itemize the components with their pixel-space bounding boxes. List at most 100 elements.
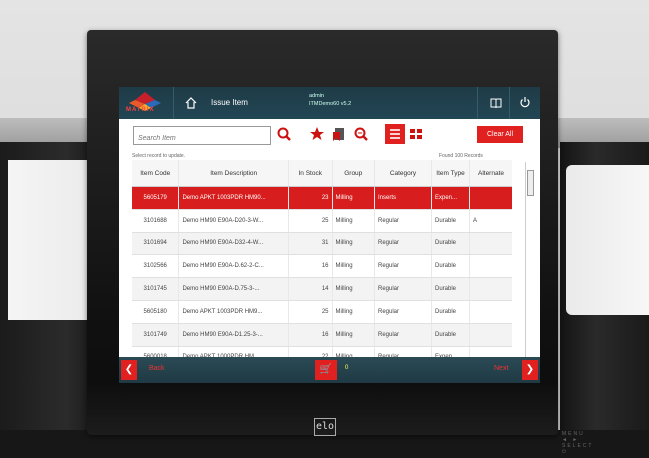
item-type-cell: Expen...: [431, 186, 470, 210]
drawer-right: [566, 165, 649, 315]
group-cell: Milling: [331, 186, 375, 210]
alternate-cell: [469, 277, 512, 301]
scrollbar[interactable]: [525, 162, 534, 382]
table-row[interactable]: 3101745 Demo HM90 E90A-D.75-3-... 14 Millin…: [132, 277, 512, 301]
alternate-cell: [469, 300, 512, 324]
grid-view-icon[interactable]: [406, 124, 426, 144]
cart-icon[interactable]: 🛒: [315, 360, 337, 380]
table-row[interactable]: 5605179 Demo APKT 1003PDR HM90... 23 Millin…: [132, 186, 512, 210]
status-message: Select record to update.: [132, 153, 186, 159]
category-cell: Inserts: [374, 186, 432, 210]
group-cell: Milling: [331, 277, 375, 301]
in-stock-cell: 23: [287, 186, 333, 210]
category-cell: Regular: [374, 323, 432, 347]
alternate-cell: [469, 186, 512, 210]
item-code-cell: 3101749: [132, 323, 179, 347]
category-cell: Regular: [374, 209, 432, 233]
in-stock-cell: 25: [287, 209, 333, 233]
header-divider: [477, 87, 478, 119]
alternate-cell: [469, 254, 512, 279]
home-icon[interactable]: [184, 96, 198, 110]
column-header[interactable]: Category: [374, 160, 432, 187]
user-name: admin: [309, 93, 324, 99]
search-input[interactable]: [134, 131, 270, 146]
next-button[interactable]: Next: [494, 365, 508, 372]
touchscreen: MATRIX Issue Item admin ITMDemo60 v5.2 S…: [119, 87, 540, 383]
next-arrow-icon[interactable]: ❯: [522, 360, 538, 380]
favorite-star-icon[interactable]: [307, 124, 327, 144]
item-description-cell: Demo APKT 1003PDR HM9...: [178, 300, 289, 324]
item-code-cell: 5605179: [132, 186, 179, 210]
search-icon[interactable]: [274, 124, 294, 144]
page-title: Issue Item: [211, 98, 248, 107]
table-header: Item Code Item Description In Stock Grou…: [132, 160, 512, 187]
monitor-controls[interactable]: MENU ◄ ► SELECT ⏻: [562, 431, 593, 455]
category-cell: Regular: [374, 300, 432, 324]
table-row[interactable]: 3102566 Demo HM90 E90A-D.62-2-C... 16 Milli…: [132, 254, 512, 279]
category-cell: Regular: [374, 277, 432, 301]
app-header: MATRIX Issue Item admin ITMDemo60 v5.2: [119, 87, 540, 119]
list-view-icon[interactable]: [385, 124, 405, 144]
back-button[interactable]: Back: [149, 365, 165, 372]
column-header[interactable]: Item Type: [431, 160, 470, 187]
in-stock-cell: 14: [287, 277, 333, 301]
cart-count: 0: [345, 365, 349, 371]
main-panel: Clear All Select record to update. Found…: [119, 119, 540, 383]
table-row[interactable]: 5605180 Demo APKT 1003PDR HM9... 25 Milling…: [132, 300, 512, 324]
in-stock-cell: 16: [287, 323, 333, 347]
item-type-cell: Durable: [431, 209, 470, 233]
column-header[interactable]: Item Code: [132, 160, 179, 187]
category-cell: Regular: [374, 254, 432, 279]
logo-text: MATRIX: [126, 107, 155, 113]
item-type-cell: Durable: [431, 323, 470, 347]
item-description-cell: Demo HM90 E90A-D.62-2-C...: [178, 254, 289, 279]
in-stock-cell: 16: [287, 254, 333, 279]
item-code-cell: 3102566: [132, 254, 179, 279]
item-type-cell: Durable: [431, 254, 470, 279]
category-cell: Regular: [374, 232, 432, 256]
alternate-cell: [469, 323, 512, 347]
bookmark-icon[interactable]: [329, 124, 349, 144]
group-cell: Milling: [331, 254, 375, 279]
item-description-cell: Demo HM90 E90A-D1.25-3-...: [178, 323, 289, 347]
group-cell: Milling: [331, 232, 375, 256]
group-cell: Milling: [331, 323, 375, 347]
item-code-cell: 3101745: [132, 277, 179, 301]
group-cell: Milling: [331, 300, 375, 324]
item-code-cell: 5605180: [132, 300, 179, 324]
book-icon[interactable]: [489, 96, 503, 110]
power-icon[interactable]: [519, 96, 531, 108]
item-type-cell: Durable: [431, 300, 470, 324]
column-header[interactable]: Item Description: [178, 160, 289, 187]
column-header[interactable]: Alternate: [469, 160, 512, 187]
alternate-cell: [469, 232, 512, 256]
table-row[interactable]: 3101694 Demo HM90 E90A-D32-4-W... 31 Millin…: [132, 232, 512, 256]
clear-all-button[interactable]: Clear All: [477, 126, 523, 143]
item-type-cell: Durable: [431, 232, 470, 256]
advanced-search-icon[interactable]: [351, 124, 371, 144]
table-row[interactable]: 3101688 Demo HM90 E90A-D20-3-W... 25 Millin…: [132, 209, 512, 233]
back-arrow-icon[interactable]: ❮: [121, 360, 137, 380]
item-description-cell: Demo HM90 E90A-D20-3-W...: [178, 209, 289, 233]
search-box[interactable]: [133, 126, 271, 146]
item-code-cell: 3101694: [132, 232, 179, 256]
column-header[interactable]: Group: [331, 160, 375, 187]
item-description-cell: Demo APKT 1003PDR HM90...: [178, 186, 289, 210]
table-row[interactable]: 3101749 Demo HM90 E90A-D1.25-3-... 16 Milli…: [132, 323, 512, 347]
alternate-cell: A: [469, 209, 512, 233]
in-stock-cell: 31: [287, 232, 333, 256]
header-divider: [509, 87, 510, 119]
scrollbar-thumb[interactable]: [527, 170, 534, 196]
group-cell: Milling: [331, 209, 375, 233]
header-divider: [173, 87, 174, 119]
in-stock-cell: 25: [287, 300, 333, 324]
item-code-cell: 3101688: [132, 209, 179, 233]
record-count: Found 100 Records: [439, 153, 483, 159]
footer-bar: ❮ Back 🛒 0 Next ❯: [119, 357, 540, 383]
user-info: admin ITMDemo60 v5.2: [309, 92, 351, 108]
items-table: Item Code Item Description In Stock Grou…: [132, 160, 512, 383]
item-type-cell: Durable: [431, 277, 470, 301]
item-description-cell: Demo HM90 E90A-D32-4-W...: [178, 232, 289, 256]
column-header[interactable]: In Stock: [287, 160, 333, 187]
item-description-cell: Demo HM90 E90A-D.75-3-...: [178, 277, 289, 301]
